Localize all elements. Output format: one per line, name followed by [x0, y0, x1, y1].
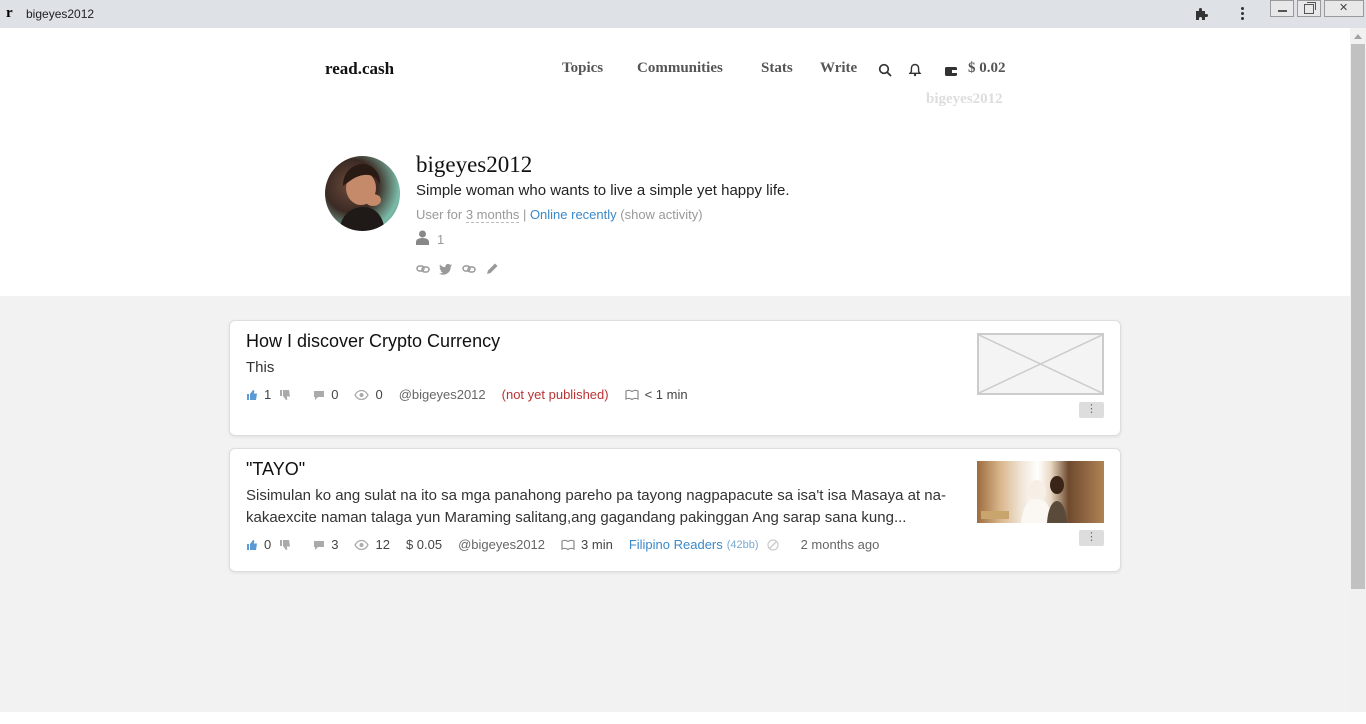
- thumbs-up-icon[interactable]: [246, 389, 258, 401]
- upvote-count: 1: [264, 387, 272, 402]
- thumbnail-placeholder[interactable]: [977, 333, 1104, 395]
- minimize-button[interactable]: [1270, 0, 1294, 17]
- publish-status: (not yet published): [501, 387, 609, 402]
- link-icon[interactable]: [462, 262, 476, 276]
- read-time-group: 3 min: [561, 537, 613, 552]
- view-count: 0: [375, 387, 383, 402]
- article-earnings: $ 0.05: [405, 537, 443, 552]
- read-time: 3 min: [581, 537, 613, 552]
- scrollbar-thumb[interactable]: [1351, 44, 1365, 589]
- eye-icon: [354, 389, 370, 401]
- avatar: [325, 156, 400, 231]
- article-excerpt: Sisimulan ko ang sulat na ito sa mga pan…: [246, 487, 946, 526]
- comment-icon: [313, 389, 325, 401]
- article-author[interactable]: @bigeyes2012: [399, 387, 486, 402]
- browser-menu-icon[interactable]: [1234, 5, 1250, 23]
- views-group: 12: [354, 537, 390, 552]
- thumbs-up-icon[interactable]: [246, 539, 258, 551]
- scrollbar[interactable]: [1350, 28, 1366, 712]
- nav-topics[interactable]: Topics: [562, 60, 603, 77]
- extensions-puzzle-icon[interactable]: [1193, 6, 1209, 22]
- comment-icon: [313, 539, 325, 551]
- comments-group[interactable]: 3: [313, 537, 338, 552]
- window-controls: [1270, 0, 1366, 17]
- page-viewport: read.cash Topics Communities Stats Write…: [0, 28, 1350, 712]
- user-for-label: User for: [416, 207, 466, 222]
- community-group[interactable]: Filipino Readers (42bb): [629, 537, 785, 552]
- close-window-button[interactable]: [1324, 0, 1364, 17]
- article-excerpt: This: [246, 359, 275, 376]
- bell-icon[interactable]: [908, 63, 922, 77]
- book-icon: [624, 389, 639, 401]
- article-card[interactable]: How I discover Crypto Currency This 1 0 …: [229, 320, 1121, 436]
- link-icon[interactable]: [416, 262, 430, 276]
- twitter-icon[interactable]: [439, 262, 453, 276]
- site-favicon: r: [6, 5, 13, 21]
- meta-separator: |: [519, 207, 530, 222]
- bottom-edge: [0, 712, 1366, 724]
- comment-count: 0: [331, 387, 339, 402]
- read-time: < 1 min: [644, 387, 688, 402]
- book-icon: [561, 539, 575, 551]
- article-author[interactable]: @bigeyes2012: [458, 537, 545, 552]
- nav-communities[interactable]: Communities: [637, 60, 723, 77]
- show-activity-link[interactable]: (show activity): [617, 207, 702, 222]
- article-title[interactable]: "TAYO": [246, 459, 305, 480]
- upvote-group[interactable]: 0: [246, 537, 297, 552]
- current-user-link[interactable]: bigeyes2012: [926, 91, 1003, 108]
- online-status-link[interactable]: Online recently: [530, 207, 617, 222]
- profile-header: read.cash Topics Communities Stats Write…: [0, 28, 1350, 296]
- article-meta: 1 0 0 @bigeyes2012 (not yet published) <…: [246, 387, 704, 402]
- nav-write[interactable]: Write: [820, 60, 857, 77]
- article-title[interactable]: How I discover Crypto Currency: [246, 331, 500, 352]
- upvote-group[interactable]: 1: [246, 387, 297, 402]
- nav-stats[interactable]: Stats: [761, 60, 793, 77]
- window-title: bigeyes2012: [26, 7, 95, 21]
- comments-group[interactable]: 0: [313, 387, 338, 402]
- user-icon: [416, 230, 429, 248]
- profile-bio: Simple woman who wants to live a simple …: [416, 182, 790, 199]
- profile-name: bigeyes2012: [416, 152, 533, 177]
- browser-titlebar: r bigeyes2012: [0, 0, 1366, 28]
- article-thumbnail[interactable]: [977, 461, 1104, 523]
- followers-count[interactable]: 1: [416, 230, 444, 248]
- comment-count: 3: [331, 537, 339, 552]
- view-count: 12: [375, 537, 390, 552]
- eye-icon: [354, 539, 370, 551]
- blocked-icon: [766, 538, 779, 551]
- article-menu-button[interactable]: ⋮: [1079, 530, 1104, 546]
- upvote-count: 0: [264, 537, 272, 552]
- search-icon[interactable]: [878, 63, 892, 77]
- article-card[interactable]: "TAYO" Sisimulan ko ang sulat na ito sa …: [229, 448, 1121, 572]
- profile-links: [416, 262, 499, 276]
- read-time-group: < 1 min: [624, 387, 688, 402]
- community-link[interactable]: Filipino Readers: [629, 537, 723, 552]
- article-meta: 0 3 12 $ 0.05 @bigeyes2012 3 min Filipin…: [246, 537, 895, 552]
- thumbs-down-icon[interactable]: [279, 389, 291, 401]
- article-menu-button[interactable]: ⋮: [1079, 402, 1104, 418]
- restore-button[interactable]: [1297, 0, 1321, 17]
- wallet-icon[interactable]: [944, 64, 958, 78]
- thumbs-down-icon[interactable]: [279, 539, 291, 551]
- followers-number: 1: [437, 231, 445, 247]
- article-date: 2 months ago: [800, 537, 880, 552]
- wallet-balance[interactable]: $ 0.02: [968, 60, 1006, 77]
- views-group: 0: [354, 387, 383, 402]
- site-logo[interactable]: read.cash: [325, 59, 394, 79]
- edit-pencil-icon[interactable]: [485, 262, 499, 276]
- profile-meta: User for 3 months | Online recently (sho…: [416, 207, 703, 223]
- community-hash: (42bb): [726, 538, 759, 551]
- scroll-up-arrow[interactable]: [1354, 34, 1362, 39]
- membership-duration: 3 months: [465, 207, 520, 223]
